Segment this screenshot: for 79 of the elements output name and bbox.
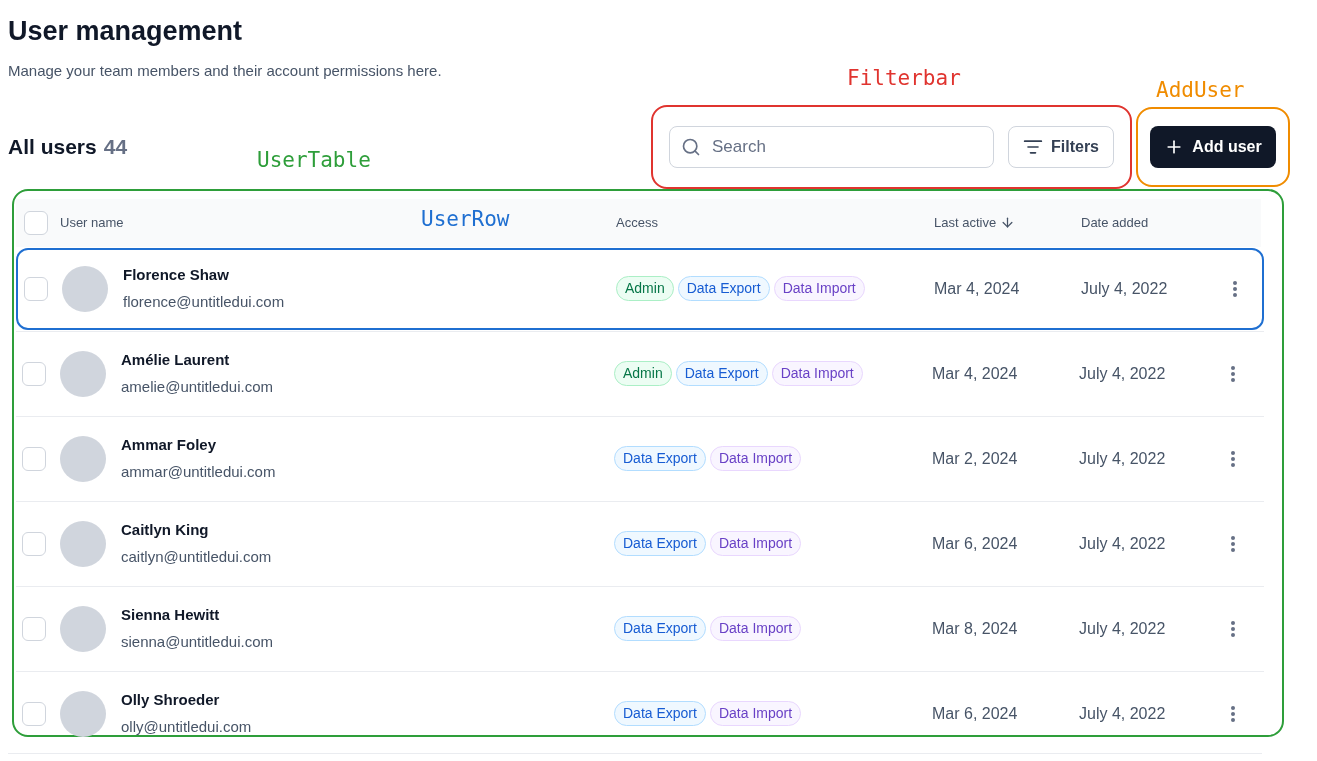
last-active-date: Mar 8, 2024: [932, 618, 1019, 639]
search-icon: [681, 136, 701, 157]
checkbox[interactable]: [22, 616, 46, 641]
access-tag: Data Export: [614, 616, 706, 641]
date-added: July 4, 2022: [1081, 278, 1169, 299]
more-menu-button[interactable]: [1231, 535, 1235, 552]
user-name: Olly Shroeder: [121, 690, 221, 710]
more-icon: [1231, 705, 1235, 722]
more-menu-button[interactable]: [1231, 365, 1235, 382]
user-email: sienna@untitledui.com: [121, 631, 273, 652]
access-tag: Data Import: [709, 531, 802, 556]
date-added: July 4, 2022: [1079, 618, 1167, 639]
search-field[interactable]: Search: [669, 125, 994, 168]
annotation-label: UserTable: [257, 146, 371, 174]
access-tag: Data Import: [709, 446, 802, 471]
access-tag: Data Import: [709, 616, 802, 641]
last-active-date: Mar 6, 2024: [932, 703, 1019, 724]
avatar-placeholder: [60, 350, 106, 397]
checkbox[interactable]: [22, 446, 46, 471]
checkbox[interactable]: [22, 701, 46, 726]
more-menu-button[interactable]: [1231, 450, 1235, 467]
page-subtitle: Manage your team members and their account permissions here.: [8, 61, 442, 81]
checkbox[interactable]: [22, 361, 46, 386]
annotation-label: UserRow: [421, 205, 510, 233]
column-header[interactable]: User name: [60, 212, 124, 233]
access-tag: Data Export: [675, 361, 768, 386]
annotation-label: Filterbar: [847, 64, 961, 92]
user-email: olly@untitledui.com: [121, 716, 252, 737]
more-icon: [1231, 620, 1235, 637]
checkbox[interactable]: [22, 531, 46, 556]
user-count: 44: [103, 133, 128, 160]
more-menu-button[interactable]: [1231, 705, 1235, 722]
last-active-date: Mar 6, 2024: [932, 533, 1019, 554]
user-name: Florence Shaw: [123, 265, 230, 285]
access-tag: Data Import: [771, 361, 863, 386]
access-tag: Admin: [614, 361, 672, 386]
last-active-date: Mar 4, 2024: [934, 278, 1021, 299]
access-tag: Data Export: [614, 701, 706, 726]
column-header[interactable]: Last active: [934, 212, 1016, 233]
date-added: July 4, 2022: [1079, 448, 1167, 469]
more-icon: [1231, 450, 1235, 467]
access-tag: Data Import: [773, 276, 865, 301]
more-menu-button[interactable]: [1233, 280, 1237, 297]
access-tag: Data Export: [677, 276, 770, 301]
date-added: July 4, 2022: [1079, 363, 1167, 384]
avatar-placeholder: [60, 435, 106, 482]
user-name: Ammar Foley: [121, 435, 218, 455]
user-email: amelie@untitledui.com: [121, 376, 273, 397]
avatar-placeholder: [60, 605, 106, 652]
more-icon: [1233, 280, 1237, 297]
user-email: florence@untitledui.com: [123, 291, 285, 312]
more-menu-button[interactable]: [1231, 620, 1235, 637]
column-header[interactable]: Date added: [1081, 212, 1149, 233]
user-email: ammar@untitledui.com: [121, 461, 276, 482]
section-title: All users: [8, 133, 97, 160]
checkbox[interactable]: [24, 276, 48, 301]
more-icon: [1231, 535, 1235, 552]
page-title: User management: [8, 15, 243, 48]
access-tag: Data Import: [709, 701, 802, 726]
filters-button[interactable]: Filters: [1008, 125, 1114, 168]
user-name: Sienna Hewitt: [121, 605, 221, 625]
user-name: Amélie Laurent: [121, 350, 231, 370]
annotation-label: AddUser: [1156, 76, 1245, 104]
access-tag: Admin: [616, 276, 674, 301]
access-tag: Data Export: [614, 531, 706, 556]
user-email: caitlyn@untitledui.com: [121, 546, 272, 567]
checkbox[interactable]: [24, 210, 48, 235]
last-active-date: Mar 2, 2024: [932, 448, 1019, 469]
avatar-placeholder: [60, 520, 106, 567]
more-icon: [1231, 365, 1235, 382]
add-user-button[interactable]: Add user: [1150, 125, 1276, 168]
avatar-placeholder: [60, 690, 106, 737]
access-tag: Data Export: [614, 446, 706, 471]
date-added: July 4, 2022: [1079, 533, 1167, 554]
user-name: Caitlyn King: [121, 520, 210, 540]
last-active-date: Mar 4, 2024: [932, 363, 1019, 384]
column-header[interactable]: Access: [616, 212, 658, 233]
avatar-placeholder: [62, 265, 108, 312]
date-added: July 4, 2022: [1079, 703, 1167, 724]
